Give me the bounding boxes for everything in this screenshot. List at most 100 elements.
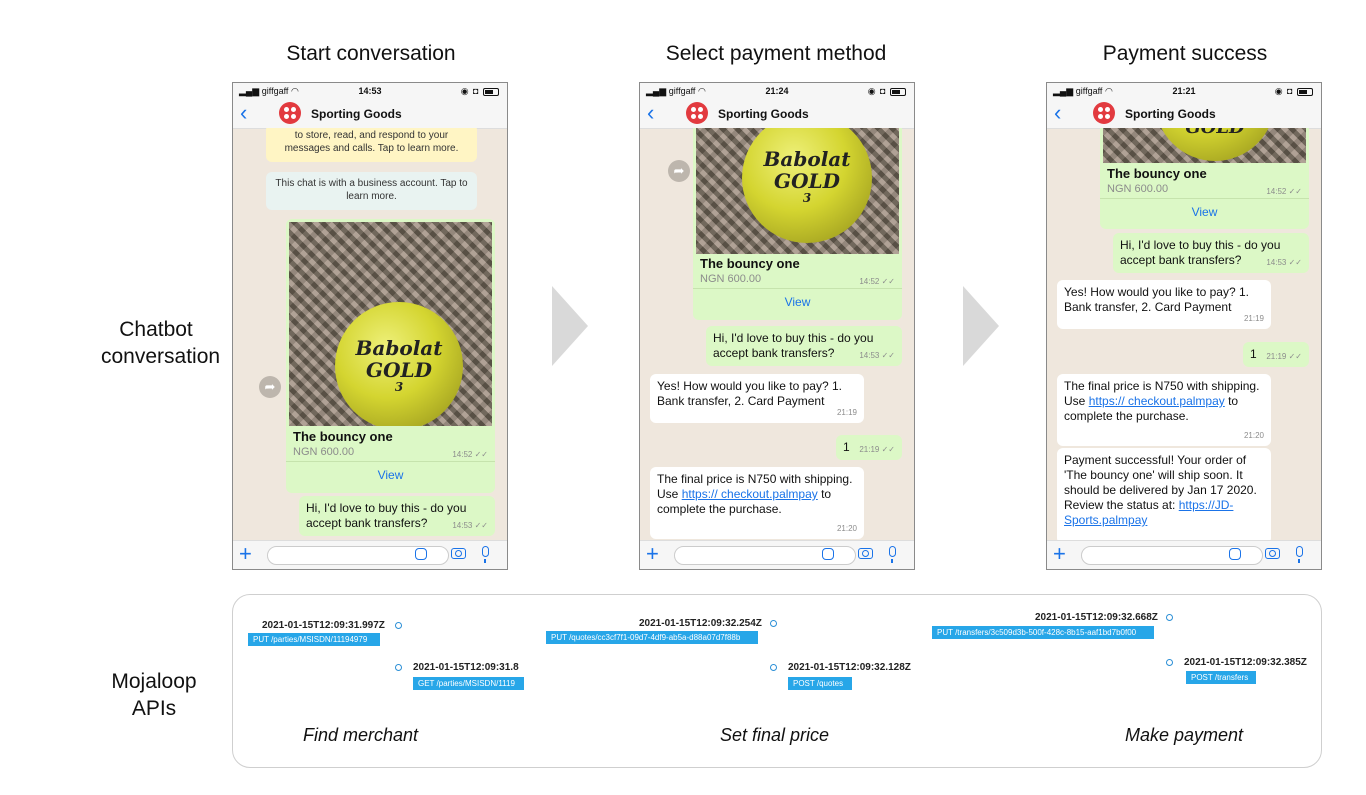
- checkout-link[interactable]: https:// checkout.palmpay: [1089, 394, 1225, 408]
- message-in[interactable]: Yes! How would you like to pay? 1. Bank …: [650, 374, 864, 423]
- message-text: Hi, I'd love to buy this - do you accept…: [1120, 238, 1281, 267]
- product-time: 14:52 ✓✓: [452, 450, 488, 459]
- message-out[interactable]: Hi, I'd love to buy this - do you accept…: [299, 496, 495, 536]
- message-time: 21:19: [1243, 314, 1264, 323]
- ball-model: GOLD: [366, 358, 432, 382]
- message-time: 21:19 ✓✓: [1266, 352, 1302, 361]
- microphone-icon[interactable]: [1296, 546, 1303, 563]
- message-time: 14:53 ✓✓: [452, 521, 488, 530]
- product-card[interactable]: Babolat GOLD 3 The bouncy one NGN 600.00…: [286, 219, 495, 493]
- stage-label: Set final price: [720, 725, 830, 745]
- plus-icon[interactable]: +: [1053, 541, 1066, 567]
- product-price: NGN 600.00: [293, 446, 355, 458]
- timeline-dot: [1166, 659, 1173, 666]
- product-title: The bouncy one: [700, 256, 800, 271]
- sticker-icon[interactable]: [415, 548, 427, 560]
- plus-icon[interactable]: +: [646, 541, 659, 567]
- message-time: 14:53 ✓✓: [859, 351, 895, 360]
- message-out[interactable]: 1 21:19 ✓✓: [1243, 342, 1309, 367]
- chat-header: ‹ Sporting Goods: [640, 100, 914, 129]
- message-text: Hi, I'd love to buy this - do you accept…: [306, 501, 467, 530]
- timeline-dot: [395, 622, 402, 629]
- avatar[interactable]: [686, 102, 708, 124]
- battery-icon: [483, 87, 499, 96]
- message-out[interactable]: Hi, I'd love to buy this - do you accept…: [1113, 233, 1309, 273]
- row-label-chatbot-text: Chatbot conversation: [101, 318, 221, 368]
- sticker-icon[interactable]: [822, 548, 834, 560]
- status-bar: ▂▄▆ giffgaff ◠ 14:53 ◉ ◘: [233, 83, 507, 100]
- message-time-text: 21:19: [859, 445, 880, 454]
- checkout-link[interactable]: https:// checkout.palmpay: [682, 487, 818, 501]
- column-title-select-payment: Select payment method: [665, 42, 887, 65]
- api-call-tag: POST /transfers: [1186, 671, 1256, 684]
- camera-icon[interactable]: [1265, 548, 1280, 559]
- message-out[interactable]: 1 21:19 ✓✓: [836, 435, 902, 460]
- product-title: The bouncy one: [1107, 166, 1207, 181]
- api-call-tag: PUT /quotes/cc3cf7f1-09d7-4df9-ab5a-d88a…: [546, 631, 758, 644]
- avatar[interactable]: [1093, 102, 1115, 124]
- message-in[interactable]: Payment successful! Your order of 'The b…: [1057, 448, 1271, 541]
- battery-icon: [890, 87, 906, 96]
- view-button[interactable]: View: [693, 288, 902, 309]
- camera-icon[interactable]: [451, 548, 466, 559]
- ball-model: GOLD: [774, 169, 840, 193]
- phone-payment-success: ▂▄▆ giffgaff ◠ 21:21 ◉ ◘ ‹ Sporting Good…: [1046, 82, 1322, 570]
- back-chevron-icon[interactable]: ‹: [240, 101, 247, 125]
- message-text: Hi, I'd love to buy this - do you accept…: [713, 331, 874, 360]
- chat-name[interactable]: Sporting Goods: [1125, 107, 1216, 121]
- api-call-tag: GET /parties/MSISDN/1119: [413, 677, 524, 690]
- tennis-ball-image: Babolat GOLD 3: [742, 128, 872, 243]
- tennis-ball-image: Babolat GOLD 3: [335, 302, 463, 426]
- forward-icon[interactable]: ➦: [259, 376, 281, 398]
- api-timestamp: 2021-01-15T12:09:32.254Z: [639, 618, 762, 629]
- status-icons: ◉ ◘: [1275, 86, 1313, 97]
- product-time: 14:52 ✓✓: [859, 277, 895, 286]
- phone-select-payment: ▂▄▆ giffgaff ◠ 21:24 ◉ ◘ ‹ Sporting Good…: [639, 82, 915, 570]
- chat-name[interactable]: Sporting Goods: [311, 107, 402, 121]
- product-card[interactable]: Babolat GOLD 3 The bouncy one NGN 600.00…: [693, 128, 902, 320]
- product-price: NGN 600.00: [1107, 183, 1169, 195]
- column-title-start: Start conversation: [286, 42, 456, 65]
- message-text: 1: [843, 440, 850, 454]
- input-bar: +: [1047, 540, 1321, 569]
- api-timestamp: 2021-01-15T12:09:32.128Z: [788, 662, 911, 673]
- avatar[interactable]: [279, 102, 301, 124]
- input-bar: +: [640, 540, 914, 569]
- camera-icon[interactable]: [858, 548, 873, 559]
- row-label-mojaloop-text: Mojaloop APIs: [111, 670, 197, 720]
- chat-name[interactable]: Sporting Goods: [718, 107, 809, 121]
- business-account-notice[interactable]: This chat is with a business account. Ta…: [266, 172, 477, 210]
- product-price: NGN 600.00: [700, 273, 762, 285]
- api-call-tag: PUT /transfers/3c509d3b-500f-428c-8b15-a…: [932, 626, 1154, 639]
- row-label-mojaloop: Mojaloop APIs: [96, 668, 212, 722]
- microphone-icon[interactable]: [889, 546, 896, 563]
- message-time: 21:20: [836, 524, 857, 533]
- message-out[interactable]: Hi, I'd love to buy this - do you accept…: [706, 326, 902, 366]
- message-time: 21:19 ✓✓: [859, 445, 895, 454]
- column-title-payment-success: Payment success: [1102, 42, 1268, 65]
- microphone-icon[interactable]: [482, 546, 489, 563]
- message-time-text: 14:53: [859, 351, 880, 360]
- api-call-tag: POST /quotes: [788, 677, 852, 690]
- back-chevron-icon[interactable]: ‹: [647, 101, 654, 125]
- input-bar: +: [233, 540, 507, 569]
- chat-header: ‹ Sporting Goods: [233, 100, 507, 129]
- api-call-tag: PUT /parties/MSISDN/11194979: [248, 633, 380, 646]
- message-in[interactable]: Yes! How would you like to pay? 1. Bank …: [1057, 280, 1271, 329]
- stage-label: Make payment: [1125, 725, 1244, 745]
- message-in[interactable]: The final price is N750 with shipping. U…: [650, 467, 864, 539]
- back-chevron-icon[interactable]: ‹: [1054, 101, 1061, 125]
- view-button[interactable]: View: [286, 461, 495, 482]
- encryption-notice[interactable]: to store, read, and respond to your mess…: [266, 128, 477, 162]
- plus-icon[interactable]: +: [239, 541, 252, 567]
- view-button[interactable]: View: [1100, 198, 1309, 219]
- battery-icon: [1297, 87, 1313, 96]
- arrow-right-icon: [552, 286, 588, 366]
- product-card[interactable]: GOLD The bouncy one NGN 600.00 14:52 ✓✓ …: [1100, 128, 1309, 229]
- forward-icon[interactable]: ➦: [668, 160, 690, 182]
- chat-header: ‹ Sporting Goods: [1047, 100, 1321, 129]
- sticker-icon[interactable]: [1229, 548, 1241, 560]
- product-photo: Babolat GOLD 3: [696, 128, 899, 254]
- message-in[interactable]: The final price is N750 with shipping. U…: [1057, 374, 1271, 446]
- product-time-text: 14:52: [859, 277, 880, 286]
